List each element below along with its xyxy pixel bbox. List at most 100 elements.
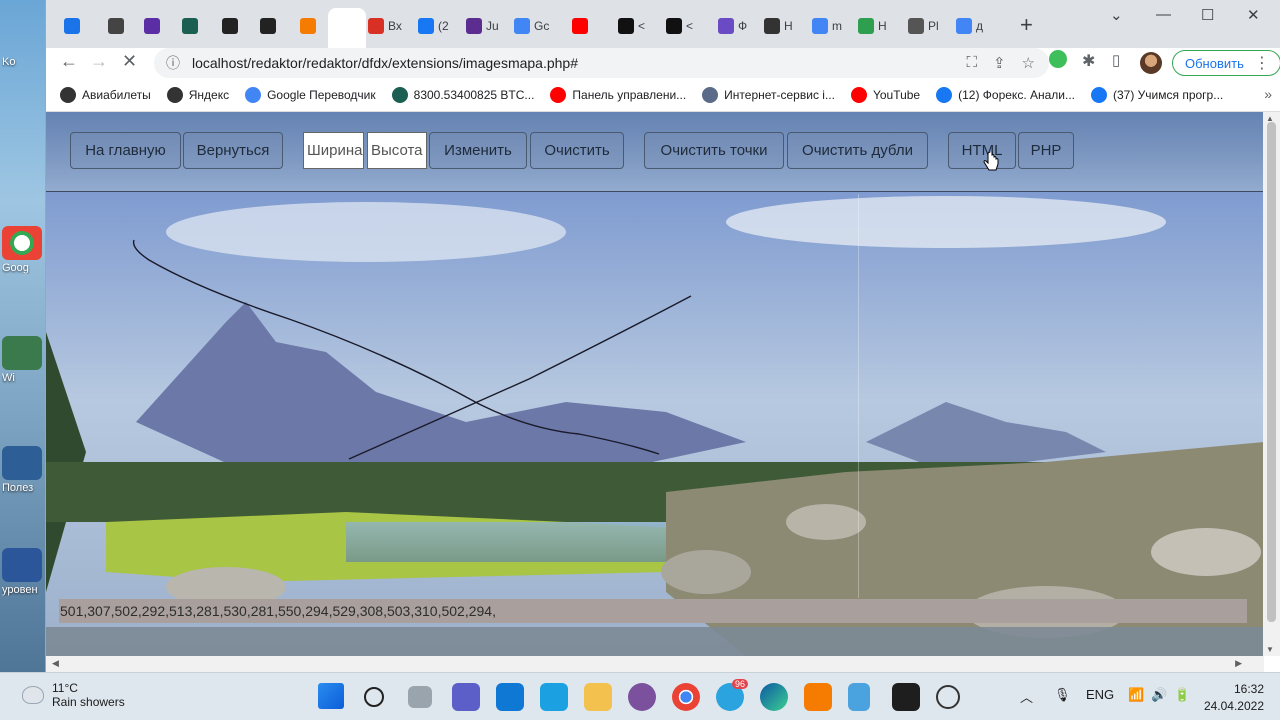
weather-widget[interactable]: 11°C Rain showers <box>22 681 125 709</box>
menu-dots-icon[interactable]: ⋮ <box>1254 53 1270 73</box>
maximize-button[interactable]: ☐ <box>1201 6 1214 24</box>
battery-icon[interactable]: 🔋 <box>1174 687 1190 703</box>
adblock-shield-icon[interactable] <box>1049 50 1067 68</box>
chrome-taskbar-icon[interactable] <box>672 683 700 711</box>
file-explorer-icon[interactable] <box>584 683 612 711</box>
task-view-icon[interactable] <box>408 686 432 708</box>
browser-tab[interactable] <box>182 10 198 42</box>
browser-tab[interactable]: Н <box>764 10 793 42</box>
browser-tab[interactable]: Pl <box>908 10 939 42</box>
language-indicator[interactable]: ENG <box>1086 687 1114 702</box>
bookmark-label: Интернет-сервис i... <box>724 87 835 102</box>
bookmark-item[interactable]: Панель управлени... <box>550 86 686 103</box>
clear-button[interactable]: Очистить <box>530 132 624 169</box>
change-button[interactable]: Изменить <box>429 132 527 169</box>
remote-desktop-icon[interactable] <box>540 683 568 711</box>
bookmark-favicon-icon <box>850 86 867 103</box>
xampp-taskbar-icon[interactable] <box>804 683 832 711</box>
translate-icon[interactable]: ⛶ <box>966 54 977 72</box>
php-button[interactable]: PHP <box>1018 132 1074 169</box>
site-info-icon[interactable]: ⓘ <box>166 53 180 73</box>
vertical-scrollbar[interactable]: ▲ ▼ <box>1263 112 1280 656</box>
address-bar[interactable]: ⓘ localhost/redaktor/redaktor/dfdx/exten… <box>154 48 1049 78</box>
tray-overflow-icon[interactable]: ︿ <box>1020 687 1033 706</box>
bookmark-item[interactable]: YouTube <box>850 86 920 103</box>
browser-tab[interactable]: < <box>618 10 645 42</box>
browser-tab[interactable] <box>328 8 366 48</box>
microphone-icon[interactable]: 🎙 <box>1054 687 1071 703</box>
bookmark-favicon-icon <box>391 86 408 103</box>
share-icon[interactable]: ⇪ <box>993 54 1006 72</box>
home-button[interactable]: На главную <box>70 132 181 169</box>
browser-tab[interactable] <box>300 10 316 42</box>
browser-tab[interactable]: < <box>666 10 693 42</box>
browser-tab[interactable]: Ф <box>718 10 747 42</box>
browser-tab[interactable] <box>572 10 588 42</box>
browser-tab[interactable]: (2 <box>418 10 449 42</box>
width-input[interactable]: Ширина <box>303 132 364 169</box>
scroll-thumb[interactable] <box>1267 122 1276 622</box>
browser-tab[interactable] <box>64 10 80 42</box>
desktop-icon-uroven[interactable]: уровен <box>2 548 46 596</box>
bookmarks-overflow-icon[interactable]: » <box>1264 86 1272 102</box>
update-button[interactable]: Обновить ⋮ <box>1172 50 1280 76</box>
new-tab-button[interactable]: + <box>1020 12 1033 38</box>
bookmark-item[interactable]: Яндекс <box>166 86 229 103</box>
windows-start-icon[interactable] <box>318 683 344 709</box>
desktop-icon-polez[interactable]: Полез <box>2 446 46 494</box>
desktop-icon-wi[interactable]: Wi <box>2 336 46 384</box>
profile-avatar[interactable] <box>1140 52 1162 74</box>
desktop-icon-google[interactable]: Goog <box>2 226 46 274</box>
bookmark-item[interactable]: Интернет-сервис i... <box>702 86 835 103</box>
minimize-button[interactable]: — <box>1156 6 1171 23</box>
system-clock[interactable]: 16:32 24.04.2022 <box>1204 681 1264 715</box>
browser-tab[interactable]: Вх <box>368 10 402 42</box>
back-button[interactable]: Вернуться <box>183 132 283 169</box>
browser-tab[interactable]: Ju <box>466 10 499 42</box>
browser-tab[interactable]: Н <box>858 10 887 42</box>
bookmark-star-icon[interactable]: ☆ <box>1022 54 1035 72</box>
browser-tab[interactable] <box>144 10 160 42</box>
bookmark-item[interactable]: (12) Форекс. Анали... <box>936 86 1075 103</box>
url-text[interactable]: localhost/redaktor/redaktor/dfdx/extensi… <box>192 55 578 71</box>
drawing-canvas[interactable] <box>59 194 859 598</box>
scroll-right-icon[interactable]: ▶ <box>1235 658 1242 669</box>
vscode-icon[interactable] <box>496 683 524 711</box>
notepad-icon[interactable] <box>848 683 870 711</box>
edge-icon[interactable] <box>760 683 788 711</box>
height-input[interactable]: Высота <box>367 132 427 169</box>
bookmark-item[interactable]: Google Переводчик <box>245 86 376 103</box>
volume-icon[interactable]: 🔊 <box>1151 687 1167 703</box>
stop-loading-icon[interactable]: ✕ <box>122 51 137 72</box>
clear-duplicates-button[interactable]: Очистить дубли <box>787 132 928 169</box>
bookmark-item[interactable]: 8300.53400825 BTC... <box>391 86 534 103</box>
bookmark-item[interactable]: Авиабилеты <box>60 86 151 103</box>
terminal-icon[interactable] <box>892 683 920 711</box>
side-panel-icon[interactable]: ▯ <box>1112 51 1120 69</box>
tab-label: Pl <box>928 19 939 33</box>
clear-points-button[interactable]: Очистить точки <box>644 132 784 169</box>
github-desktop-icon[interactable] <box>936 685 960 709</box>
wifi-icon[interactable]: 📶 <box>1128 687 1144 703</box>
scroll-down-icon[interactable]: ▼ <box>1266 645 1274 654</box>
viber-icon[interactable] <box>628 683 656 711</box>
browser-tab[interactable] <box>108 10 124 42</box>
forward-arrow-icon[interactable]: → <box>90 51 108 72</box>
browser-tab[interactable]: Gc <box>514 10 549 42</box>
browser-tab[interactable]: m <box>812 10 842 42</box>
tab-search-icon[interactable]: ⌄ <box>1110 6 1123 24</box>
scroll-left-icon[interactable]: ◀ <box>52 658 59 669</box>
extensions-icon[interactable]: ✱ <box>1082 51 1095 71</box>
bookmark-item[interactable]: (37) Учимся прогр... <box>1091 86 1223 103</box>
teams-chat-icon[interactable] <box>452 683 480 711</box>
browser-tab[interactable]: д <box>956 10 983 42</box>
browser-tab[interactable] <box>260 10 276 42</box>
browser-tab[interactable] <box>222 10 238 42</box>
back-arrow-icon[interactable]: ← <box>60 51 78 72</box>
tab-label: Ju <box>486 19 499 33</box>
desktop-icon[interactable]: Ko <box>2 56 46 68</box>
m-icon <box>618 18 634 34</box>
horizontal-scrollbar[interactable]: ◀ ▶ <box>46 656 1264 672</box>
search-icon[interactable] <box>364 687 384 707</box>
close-button[interactable]: ✕ <box>1247 6 1260 24</box>
